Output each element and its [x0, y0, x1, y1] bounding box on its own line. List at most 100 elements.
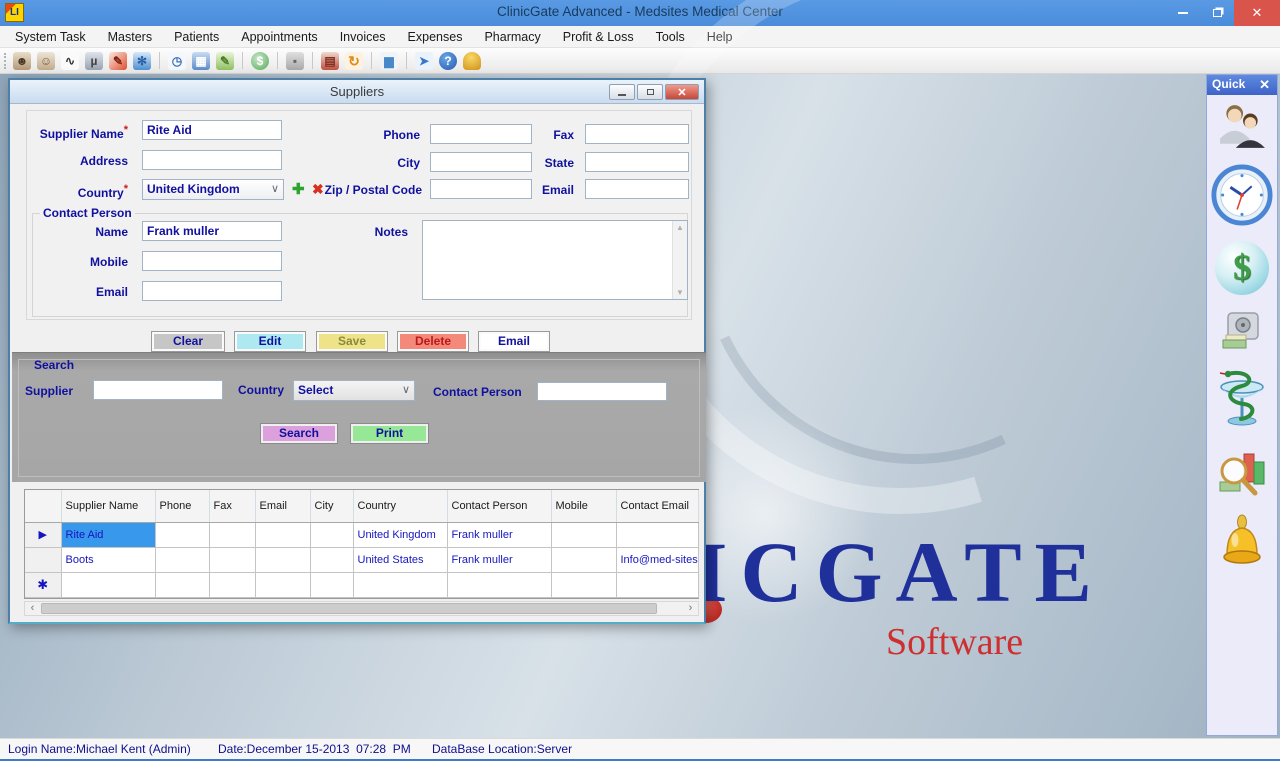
- grid-cell[interactable]: [310, 547, 353, 572]
- notes-textarea[interactable]: ▲ ▼: [422, 220, 688, 300]
- contact-name-input[interactable]: [142, 221, 282, 241]
- edit-button[interactable]: Edit: [234, 331, 306, 352]
- dialog-maximize-button[interactable]: [637, 84, 663, 100]
- grid-cell[interactable]: [310, 572, 353, 597]
- appointments-clock-icon[interactable]: ◷: [168, 52, 186, 70]
- menu-item-system-task[interactable]: System Task: [4, 27, 97, 47]
- backup-icon[interactable]: ➤: [415, 52, 433, 70]
- grid-cell[interactable]: [353, 572, 447, 597]
- search-contact-input[interactable]: [537, 382, 667, 401]
- grid-cell[interactable]: [551, 572, 616, 597]
- new-row-indicator[interactable]: ✱: [25, 572, 61, 597]
- scroll-up-icon[interactable]: ▲: [676, 223, 684, 232]
- patient-icon[interactable]: ☺: [37, 52, 55, 70]
- scroll-left-icon[interactable]: ‹: [25, 602, 40, 615]
- refresh-icon[interactable]: ↻: [345, 52, 363, 70]
- grid-cell[interactable]: [209, 572, 255, 597]
- grid-cell[interactable]: [209, 522, 255, 547]
- grid-cell[interactable]: United Kingdom: [353, 522, 447, 547]
- alerts-bell-icon[interactable]: [1218, 513, 1266, 573]
- billing-note-icon[interactable]: ✎: [216, 52, 234, 70]
- window-close-button[interactable]: ✕: [1234, 0, 1280, 26]
- purchases-box-icon[interactable]: ▤: [321, 52, 339, 70]
- search-country-select[interactable]: Select ∨: [293, 380, 415, 401]
- grid-cell[interactable]: Frank muller: [447, 547, 551, 572]
- grid-cell[interactable]: [616, 522, 698, 547]
- reports-chart-icon[interactable]: ▆: [380, 52, 398, 70]
- print-button[interactable]: Print: [350, 423, 429, 444]
- grid-cell[interactable]: [255, 572, 310, 597]
- menu-item-tools[interactable]: Tools: [645, 27, 696, 47]
- grid-cell[interactable]: [551, 522, 616, 547]
- menu-item-masters[interactable]: Masters: [97, 27, 163, 47]
- stock-item-icon[interactable]: ▪: [286, 52, 304, 70]
- fax-input[interactable]: [585, 124, 689, 144]
- menu-item-invoices[interactable]: Invoices: [329, 27, 397, 47]
- column-header-contact-person[interactable]: Contact Person: [447, 490, 551, 522]
- help-icon[interactable]: ?: [439, 52, 457, 70]
- menu-item-patients[interactable]: Patients: [163, 27, 230, 47]
- grid-cell[interactable]: Frank muller: [447, 522, 551, 547]
- grid-cell[interactable]: [447, 572, 551, 597]
- microscope-icon[interactable]: µ: [85, 52, 103, 70]
- cash-safe-icon[interactable]: [1219, 310, 1265, 354]
- dialog-minimize-button[interactable]: [609, 84, 635, 100]
- grid-cell[interactable]: [209, 547, 255, 572]
- column-header-country[interactable]: Country: [353, 490, 447, 522]
- scroll-right-icon[interactable]: ›: [683, 602, 698, 615]
- grid-cell[interactable]: [551, 547, 616, 572]
- appointments-clock-icon[interactable]: [1211, 164, 1273, 226]
- search-reports-icon[interactable]: [1216, 446, 1268, 498]
- search-button[interactable]: Search: [260, 423, 338, 444]
- procedures-icon[interactable]: ✻: [133, 52, 151, 70]
- grid-cell[interactable]: [155, 522, 209, 547]
- grid-cell[interactable]: [616, 572, 698, 597]
- pharmacy-icon[interactable]: [1217, 369, 1267, 431]
- grid-cell[interactable]: [61, 572, 155, 597]
- quick-panel-close-icon[interactable]: ✕: [1259, 77, 1270, 93]
- add-country-icon[interactable]: ✚: [292, 180, 305, 198]
- billing-dollar-icon[interactable]: $: [1215, 241, 1269, 295]
- grid-cell[interactable]: Boots: [61, 547, 155, 572]
- grid-cell[interactable]: [255, 522, 310, 547]
- vitals-signature-icon[interactable]: ∿: [61, 52, 79, 70]
- current-row-indicator[interactable]: ▶: [25, 522, 61, 547]
- grid-cell[interactable]: Rite Aid: [61, 522, 155, 547]
- country-select[interactable]: United Kingdom ∨: [142, 179, 284, 200]
- calendar-icon[interactable]: ▦: [192, 52, 210, 70]
- save-button[interactable]: Save: [316, 331, 388, 352]
- window-restore-button[interactable]: [1200, 0, 1234, 26]
- contact-email-input[interactable]: [142, 281, 282, 301]
- menu-item-pharmacy[interactable]: Pharmacy: [473, 27, 551, 47]
- grid-cell[interactable]: [310, 522, 353, 547]
- delete-button[interactable]: Delete: [397, 331, 469, 352]
- scroll-down-icon[interactable]: ▼: [676, 288, 684, 297]
- grid-horizontal-scrollbar[interactable]: ‹ ›: [24, 601, 699, 616]
- grid-cell[interactable]: [155, 547, 209, 572]
- row-selector[interactable]: [25, 547, 61, 572]
- email-input[interactable]: [585, 179, 689, 199]
- state-input[interactable]: [585, 152, 689, 172]
- column-header-email[interactable]: Email: [255, 490, 310, 522]
- dialog-close-button[interactable]: ✕: [665, 84, 699, 100]
- supplier-name-input[interactable]: [142, 120, 282, 140]
- column-header-phone[interactable]: Phone: [155, 490, 209, 522]
- grid-cell[interactable]: [255, 547, 310, 572]
- email-button[interactable]: Email: [478, 331, 550, 352]
- window-minimize-button[interactable]: [1166, 0, 1200, 26]
- patients-icon[interactable]: [1218, 103, 1266, 149]
- column-header-supplier-name[interactable]: Supplier Name: [61, 490, 155, 522]
- payments-dollar-icon[interactable]: $: [251, 52, 269, 70]
- grid-cell[interactable]: Info@med-sites.co: [616, 547, 698, 572]
- menu-item-appointments[interactable]: Appointments: [230, 27, 328, 47]
- search-supplier-input[interactable]: [93, 380, 223, 400]
- grid-cell[interactable]: United States: [353, 547, 447, 572]
- column-header-contact-email[interactable]: Contact Email: [616, 490, 698, 522]
- contact-mobile-input[interactable]: [142, 251, 282, 271]
- column-header-fax[interactable]: Fax: [209, 490, 255, 522]
- grid-cell[interactable]: [155, 572, 209, 597]
- column-header-city[interactable]: City: [310, 490, 353, 522]
- menu-item-expenses[interactable]: Expenses: [397, 27, 474, 47]
- alerts-bell-icon[interactable]: [463, 52, 481, 70]
- notes-scrollbar[interactable]: ▲ ▼: [672, 221, 687, 299]
